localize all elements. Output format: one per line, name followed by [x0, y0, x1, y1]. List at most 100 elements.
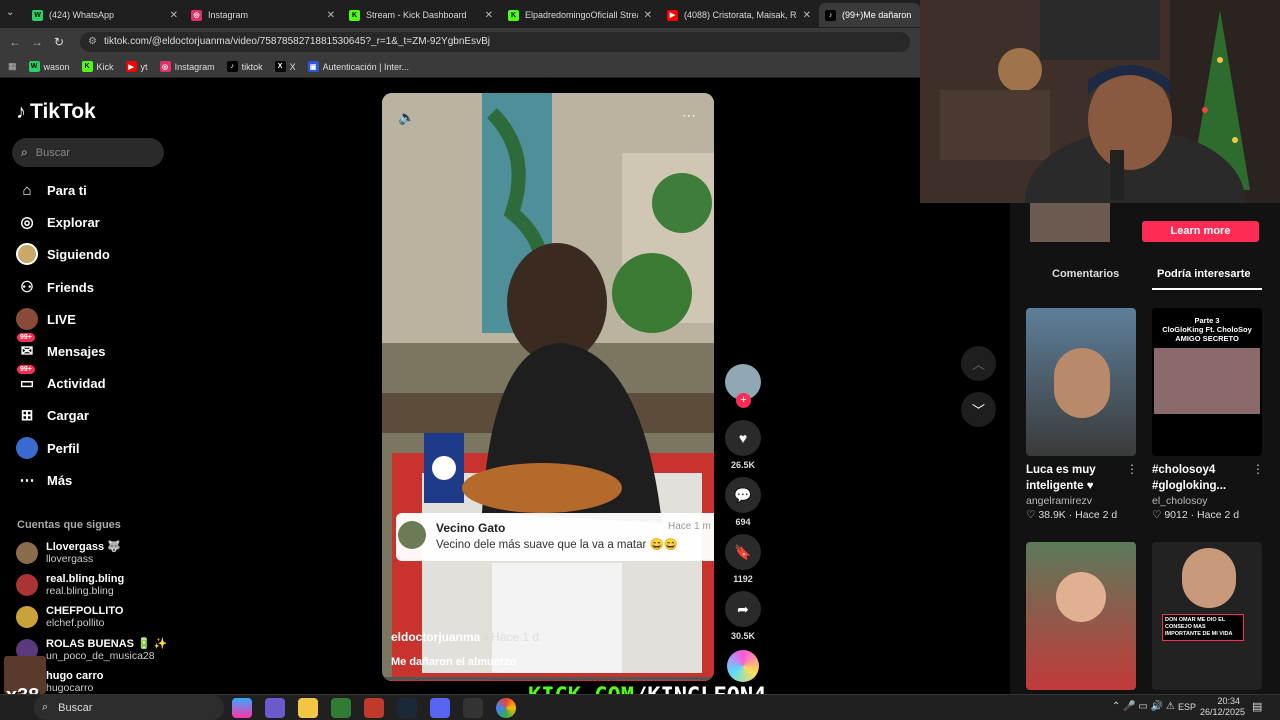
kick-icon: K	[349, 9, 360, 21]
nav-siguiendo[interactable]: Siguiendo	[16, 242, 110, 266]
obs-icon[interactable]	[463, 698, 483, 718]
video-frame	[382, 93, 714, 681]
language-indicator[interactable]: ESP	[1178, 702, 1196, 712]
bookmark-wason[interactable]: Wwason	[28, 61, 70, 72]
like-button[interactable]: ♥	[725, 420, 761, 456]
video-progress-track[interactable]	[382, 677, 714, 680]
close-icon[interactable]: ✕	[644, 10, 652, 21]
app-icon[interactable]	[265, 698, 285, 718]
nav-mensajes[interactable]: ✉ 99+ Mensajes	[16, 333, 106, 363]
previous-video-button[interactable]: ︿	[961, 346, 996, 381]
tab-comentarios[interactable]: Comentarios	[1052, 268, 1119, 280]
url-input[interactable]: ⚙ tiktok.com/@eldoctorjuanma/video/758785…	[80, 32, 910, 52]
steam-icon[interactable]	[397, 698, 417, 718]
file-explorer-icon[interactable]	[298, 698, 318, 718]
whatsapp-icon: W	[32, 9, 43, 21]
avatar	[16, 574, 38, 596]
close-icon[interactable]: ✕	[803, 10, 811, 21]
chevron-up-icon: ︿	[971, 357, 985, 372]
copilot-icon[interactable]	[232, 698, 252, 718]
message-icon: ✉ 99+	[16, 333, 38, 362]
learn-more-button[interactable]: Learn more	[1142, 221, 1259, 242]
bookmark-kick[interactable]: K Kick	[81, 61, 114, 72]
bookmarks-bar: ▦ Wwason K Kick ▶ yt ◎ Instagram ♪ tiktok XX…	[0, 56, 920, 78]
live-avatar-icon	[16, 308, 38, 330]
home-icon: ⌂	[22, 181, 32, 199]
search-input[interactable]: ⌕ Buscar	[12, 138, 164, 167]
tab-kick-stream[interactable]: K ElpadredomingoOficiall Stream ✕	[502, 3, 658, 27]
tab-youtube[interactable]: ▶(4088) Cristorata, Maisak, Rodn✕	[661, 3, 817, 27]
card-more-icon[interactable]: ⋮	[1126, 462, 1138, 476]
nav-cargar[interactable]: ⊞ Cargar	[16, 403, 89, 427]
nav-live[interactable]: LIVE	[16, 307, 76, 331]
chrome-icon[interactable]	[496, 698, 516, 718]
suggested-video-card[interactable]: Luca es muy inteligente ♥ angelramirezv …	[1026, 308, 1136, 521]
discord-icon[interactable]	[430, 698, 450, 718]
nav-friends[interactable]: ⚇ Friends	[16, 275, 94, 299]
back-icon[interactable]: ←	[4, 35, 26, 49]
tab-podria-interesarte[interactable]: Podría interesarte	[1157, 268, 1251, 280]
bookmark-auth[interactable]: ▣ Autenticación | Inter...	[307, 61, 409, 72]
suggested-video-card[interactable]	[1026, 542, 1136, 690]
ad-thumbnail	[1030, 200, 1110, 242]
following-account[interactable]: CHEFPOLLITO elchef.pollito	[16, 605, 123, 629]
tab-search-icon[interactable]: ⌄	[6, 7, 14, 18]
video-author[interactable]: eldoctorjuanma	[391, 630, 480, 644]
site-info-icon[interactable]: ⚙	[88, 32, 97, 52]
nav-perfil[interactable]: Perfil	[16, 436, 80, 460]
music-disc-icon[interactable]	[727, 650, 759, 682]
card-meta: ♡ 9012 · Hace 2 d	[1152, 509, 1240, 521]
more-options-icon[interactable]: ⋯	[682, 107, 696, 124]
apps-icon[interactable]: ▦	[8, 61, 17, 72]
tab-instagram[interactable]: ◎ Instagram ✕	[185, 3, 341, 27]
app-icon[interactable]	[331, 698, 351, 718]
tray-icons[interactable]: ⌃ 🎤 ▭ 🔊 ⚠	[1112, 701, 1175, 712]
auth-icon: ▣	[307, 61, 319, 72]
save-button[interactable]: 🔖	[725, 534, 761, 570]
nav-actividad[interactable]: ▭ 99+ Actividad	[16, 365, 106, 395]
bookmark-yt[interactable]: ▶ yt	[125, 61, 148, 72]
volume-icon[interactable]: 🔈	[398, 109, 415, 126]
youtube-icon: ▶	[125, 61, 137, 72]
following-account[interactable]: real.bling.bling real.bling.bling	[16, 573, 124, 597]
thumbnail-caption: Parte 3 CloGloKing Ft. CholoSoy AMIGO SE…	[1162, 316, 1252, 343]
bookmark-tiktok[interactable]: ♪ tiktok	[226, 61, 263, 72]
close-icon[interactable]: ✕	[170, 10, 178, 21]
tab-whatsapp[interactable]: W (424) WhatsApp ✕	[26, 3, 184, 27]
save-count: 1192	[733, 574, 753, 584]
share-count: 30.5K	[730, 631, 756, 641]
suggested-video-card[interactable]: Parte 3 CloGloKing Ft. CholoSoy AMIGO SE…	[1152, 308, 1262, 521]
tab-tiktok[interactable]: ♪(99+)Me dañaron el al	[819, 3, 920, 27]
notification-icon[interactable]: ▤	[1252, 700, 1262, 713]
app-icon[interactable]	[364, 698, 384, 718]
suggested-video-card[interactable]: DON OMAR ME DIO EL CONSEJO MAS IMPORTANT…	[1152, 542, 1262, 690]
nav-para-ti[interactable]: ⌂ Para ti	[16, 178, 86, 202]
tiktok-icon: ♪	[226, 61, 238, 72]
card-more-icon[interactable]: ⋮	[1252, 462, 1264, 476]
video-player[interactable]: 🔈 ⋯ Vecino Gato Hace 1 m Vecino dele más…	[382, 93, 714, 681]
card-meta: ♡ 38.9K · Hace 2 d	[1026, 509, 1118, 521]
following-account[interactable]: Llovergass 🐺 llovergass	[16, 541, 121, 565]
forward-icon[interactable]: →	[26, 35, 48, 49]
nav-mas[interactable]: ⋯ Más	[16, 468, 73, 492]
close-icon[interactable]: ✕	[327, 10, 335, 21]
nav-explorar[interactable]: ◎ Explorar	[16, 210, 99, 234]
reload-icon[interactable]: ↻	[48, 35, 70, 49]
close-icon[interactable]: ✕	[485, 10, 493, 21]
right-panel: Learn more Comentarios Podría interesart…	[1010, 200, 1280, 694]
clock[interactable]: 20:34 26/12/2025	[1200, 696, 1245, 718]
comment-count: 694	[735, 517, 751, 527]
share-button[interactable]: ➦	[725, 591, 761, 627]
card-title: #cholosoy4 #glogloking...	[1152, 464, 1227, 492]
tab-kick-dashboard[interactable]: K Stream - Kick Dashboard ✕	[343, 3, 499, 27]
next-video-button[interactable]: ﹀	[961, 392, 996, 427]
bookmark-x[interactable]: XX	[274, 61, 296, 72]
comment-button[interactable]: 💬	[725, 477, 761, 513]
card-user: el_cholosoy	[1152, 495, 1208, 507]
tiktok-logo[interactable]: ♪ TikTok	[16, 100, 96, 124]
video-thumbnail	[1026, 542, 1136, 690]
taskbar-search[interactable]: ⌕ Buscar	[34, 695, 224, 720]
follow-plus-icon[interactable]: +	[736, 393, 751, 408]
x-icon: X	[274, 61, 286, 72]
bookmark-instagram[interactable]: ◎ Instagram	[159, 61, 215, 72]
